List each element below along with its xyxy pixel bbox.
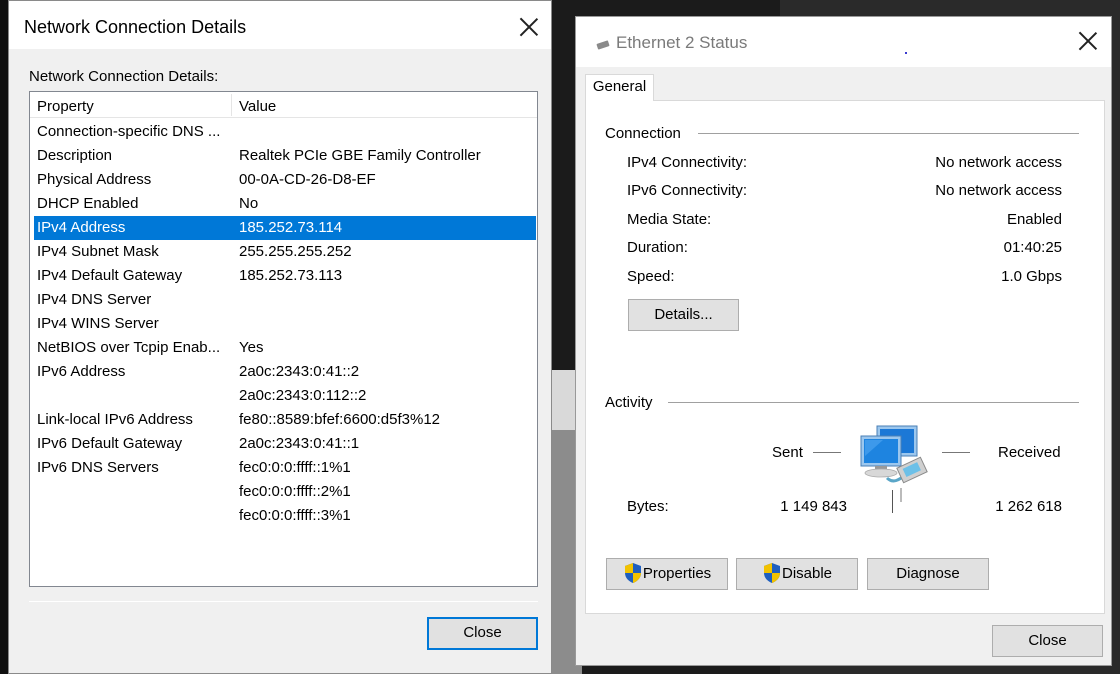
row-property: IPv6 DNS Servers — [37, 459, 159, 476]
table-row[interactable]: fec0:0:0:ffff::2%1 — [34, 480, 536, 504]
bytes-received-value: 1 262 618 — [995, 498, 1062, 515]
close-button[interactable]: Close — [992, 625, 1103, 657]
network-computers-icon — [860, 425, 928, 502]
row-property: DHCP Enabled — [37, 195, 139, 212]
ipv4-connectivity-label: IPv4 Connectivity: — [627, 154, 748, 171]
table-row[interactable]: IPv6 DNS Servers fec0:0:0:ffff::1%1 — [34, 456, 536, 480]
table-row[interactable]: IPv4 Subnet Mask 255.255.255.252 — [34, 240, 536, 264]
row-value: Yes — [239, 339, 264, 356]
speed-label: Speed: — [627, 268, 675, 285]
row-value: 2a0c:2343:0:41::2 — [239, 363, 360, 380]
ethernet-icon — [596, 40, 610, 50]
diagnose-button[interactable]: Diagnose — [867, 558, 989, 590]
row-value: fec0:0:0:ffff::2%1 — [239, 483, 351, 500]
table-row[interactable]: DHCP Enabled No — [34, 192, 536, 216]
sent-label: Sent — [772, 444, 803, 461]
row-value: 185.252.73.114 — [239, 219, 343, 236]
table-row[interactable]: NetBIOS over Tcpip Enab... Yes — [34, 336, 536, 360]
row-property: IPv4 Subnet Mask — [37, 243, 159, 260]
section-divider — [698, 133, 1079, 134]
received-line — [942, 452, 970, 453]
close-icon[interactable] — [1078, 31, 1098, 51]
row-property: IPv4 WINS Server — [37, 315, 159, 332]
table-row[interactable]: IPv4 Default Gateway 185.252.73.113 — [34, 264, 536, 288]
ethernet-status-dialog: Ethernet 2 Status General Connection IPv… — [575, 16, 1112, 666]
divider — [29, 601, 538, 602]
table-row[interactable]: 2a0c:2343:0:112::2 — [34, 384, 536, 408]
network-connection-details-dialog: Network Connection Details Network Conne… — [8, 0, 552, 674]
row-property: Physical Address — [37, 171, 152, 188]
activity-divider — [892, 490, 893, 513]
disable-button-label: Disable — [781, 565, 833, 582]
media-state-value: Enabled — [1006, 211, 1062, 228]
table-row[interactable]: IPv6 Default Gateway 2a0c:2343:0:41::1 — [34, 432, 536, 456]
disable-button[interactable]: Disable — [736, 558, 858, 590]
tab-general[interactable]: General — [585, 74, 654, 101]
close-button[interactable]: Close — [427, 617, 538, 650]
bytes-sent-value: 1 149 843 — [780, 498, 847, 515]
row-value: fec0:0:0:ffff::1%1 — [239, 459, 351, 476]
properties-button[interactable]: Properties — [606, 558, 728, 590]
list-header: Property Value — [30, 92, 537, 118]
general-tab-panel: Connection IPv4 Connectivity: No network… — [585, 100, 1105, 614]
dialog-title: Ethernet 2 Status — [616, 33, 748, 52]
table-row[interactable]: Physical Address 00-0A-CD-26-D8-EF — [34, 168, 536, 192]
table-row[interactable]: IPv4 Address 185.252.73.114 — [34, 216, 536, 240]
table-row[interactable]: fec0:0:0:ffff::3%1 — [34, 504, 536, 528]
title-bar[interactable]: Ethernet 2 Status — [576, 17, 1111, 67]
row-value: Realtek PCIe GBE Family Controller — [239, 147, 481, 164]
row-value: 185.252.73.113 — [239, 267, 343, 284]
table-row[interactable]: Connection-specific DNS ... — [34, 120, 536, 144]
details-list[interactable]: Property Value Connection-specific DNS .… — [29, 91, 538, 587]
details-button[interactable]: Details... — [628, 299, 739, 331]
row-property: IPv4 DNS Server — [37, 291, 152, 308]
table-row[interactable]: Link-local IPv6 Address fe80::8589:bfef:6… — [34, 408, 536, 432]
row-value: 00-0A-CD-26-D8-EF — [239, 171, 376, 188]
row-value: 2a0c:2343:0:41::1 — [239, 435, 360, 452]
section-divider — [668, 402, 1079, 403]
row-property: IPv4 Address — [37, 219, 126, 236]
row-value: 2a0c:2343:0:112::2 — [239, 387, 367, 404]
speed-value: 1.0 Gbps — [1001, 268, 1062, 285]
table-row[interactable]: Description Realtek PCIe GBE Family Contr… — [34, 144, 536, 168]
row-property: IPv6 Default Gateway — [37, 435, 183, 452]
activity-heading: Activity — [605, 394, 653, 411]
uac-shield-icon — [624, 563, 641, 584]
ipv4-connectivity-value: No network access — [935, 154, 1062, 171]
row-property: NetBIOS over Tcpip Enab... — [37, 339, 221, 356]
row-property: Link-local IPv6 Address — [37, 411, 193, 428]
row-value: No — [239, 195, 259, 212]
row-property: IPv4 Default Gateway — [37, 267, 183, 284]
ipv6-connectivity-label: IPv6 Connectivity: — [627, 182, 748, 199]
duration-label: Duration: — [627, 239, 688, 256]
received-label: Received — [998, 444, 1061, 461]
row-value: 255.255.255.252 — [239, 243, 352, 260]
ipv6-connectivity-value: No network access — [935, 182, 1062, 199]
table-row[interactable]: IPv4 WINS Server — [34, 312, 536, 336]
duration-value: 01:40:25 — [1003, 239, 1062, 256]
sent-line — [813, 452, 841, 453]
row-value: fe80::8589:bfef:6600:d5f3%12 — [239, 411, 441, 428]
uac-shield-icon — [763, 563, 780, 584]
close-icon[interactable] — [519, 17, 539, 37]
row-property: Description — [37, 147, 113, 164]
row-property: Connection-specific DNS ... — [37, 123, 221, 140]
connection-heading: Connection — [605, 125, 681, 142]
list-rows: Connection-specific DNS ... Description Re… — [34, 120, 536, 528]
row-property: IPv6 Address — [37, 363, 126, 380]
column-divider[interactable] — [231, 94, 232, 116]
row-value: fec0:0:0:ffff::3%1 — [239, 507, 351, 524]
title-bar[interactable]: Network Connection Details — [9, 1, 551, 49]
cursor-dot — [905, 52, 907, 54]
column-header-property[interactable]: Property — [37, 98, 94, 115]
media-state-label: Media State: — [627, 211, 712, 228]
properties-button-label: Properties — [642, 565, 712, 582]
dialog-title: Network Connection Details — [24, 17, 247, 37]
details-group-label: Network Connection Details: — [29, 68, 219, 85]
table-row[interactable]: IPv6 Address 2a0c:2343:0:41::2 — [34, 360, 536, 384]
column-header-value[interactable]: Value — [239, 98, 276, 115]
bytes-label: Bytes: — [627, 498, 669, 515]
table-row[interactable]: IPv4 DNS Server — [34, 288, 536, 312]
